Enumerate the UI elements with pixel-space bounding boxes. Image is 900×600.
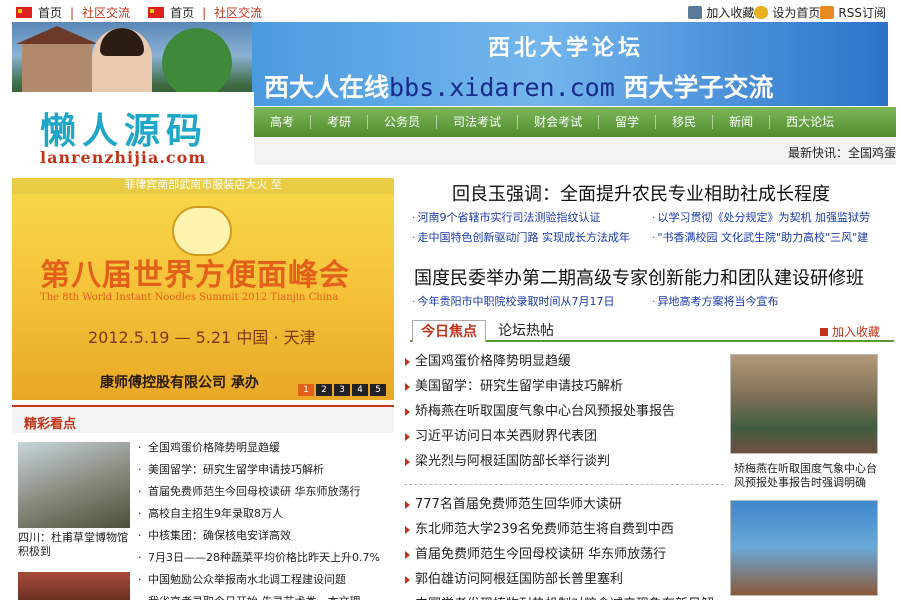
add-favorite-button[interactable]: 加入收藏 bbox=[820, 323, 880, 340]
list-item[interactable]: 习近平访问日本关西财界代表团 bbox=[405, 424, 725, 449]
slide-subtitle: The 8th World Instant Noodles Summit 201… bbox=[40, 292, 339, 303]
slide-caption: 菲律宾南部武南市服装店大火 至 bbox=[12, 178, 394, 194]
list-item[interactable]: 美国留学：研究生留学申请技巧解析 bbox=[405, 374, 725, 399]
divider: | bbox=[70, 5, 75, 20]
headline-1[interactable]: 回良玉强调：全面提升农民专业相助社成长程度 bbox=[452, 180, 830, 206]
nav-item-judicial-exam[interactable]: 司法考试 bbox=[437, 115, 519, 129]
home-link-2[interactable]: 首页 bbox=[170, 4, 194, 21]
sub-headline[interactable]: 河南9个省辖市实行司法测验指纹认证 bbox=[412, 209, 601, 225]
house-image bbox=[16, 26, 98, 94]
flag-icon bbox=[148, 7, 165, 18]
news-photo-caption[interactable]: 矫梅燕在听取国度气象中心台风预报处事报告时强调明确 bbox=[734, 462, 884, 490]
nav-item-gaokao[interactable]: 高考 bbox=[254, 115, 312, 129]
slide-dot[interactable]: 3 bbox=[334, 384, 350, 396]
highlight-photo-2[interactable] bbox=[18, 572, 130, 600]
list-item[interactable]: 美国留学：研究生留学申请技巧解析 bbox=[138, 459, 394, 481]
banner-subtitle: 西大人在线bbs.xidaren.com 西大学子交流 bbox=[264, 68, 774, 104]
list-item[interactable]: 郭伯雄访问阿根廷国防部长普里塞利 bbox=[405, 567, 725, 592]
nav-item-immigration[interactable]: 移民 bbox=[656, 115, 714, 129]
highlights-list: 全国鸡蛋价格降势明显趋缓 美国留学：研究生留学申请技巧解析 首届免费师范生今回母… bbox=[138, 437, 394, 600]
highlight-photo-caption[interactable]: 四川：杜甫草堂博物馆积极到 bbox=[18, 531, 133, 559]
list-item[interactable]: 我省高考录取今日开始 先录艺术类一本文理 bbox=[138, 591, 394, 600]
list-item[interactable]: 东北师范大学239名免费师范生将自费到中西 bbox=[405, 517, 725, 542]
slide-company: 康师傅控股有限公司 承办 bbox=[100, 375, 259, 391]
nav-item-kaoyan[interactable]: 考研 bbox=[311, 115, 369, 129]
slide-dot[interactable]: 2 bbox=[316, 384, 332, 396]
community-link-2[interactable]: 社区交流 bbox=[214, 4, 262, 21]
banner-sub-right: 西大学子交流 bbox=[623, 73, 774, 102]
logo-domain: lanrenzhijia.com bbox=[40, 148, 207, 167]
slide-dot[interactable]: 1 bbox=[298, 384, 314, 396]
nav-item-forum[interactable]: 西大论坛 bbox=[770, 115, 850, 129]
rss-link[interactable]: RSS订阅 bbox=[838, 4, 886, 21]
community-link[interactable]: 社区交流 bbox=[82, 4, 130, 21]
logo-text: 懒人源码 bbox=[40, 111, 209, 152]
news-photo[interactable] bbox=[730, 354, 878, 454]
list-item[interactable]: 中国勉励公众举报南水北调工程建设问题 bbox=[138, 569, 394, 591]
featured-slide[interactable]: 菲律宾南部武南市服装店大火 至 第八届世界方便面峰会 The 8th World… bbox=[12, 178, 394, 400]
nav-item-accounting-exam[interactable]: 财会考试 bbox=[518, 115, 600, 129]
list-item[interactable]: 777名首届免费师范生回华师大读研 bbox=[405, 492, 725, 517]
list-item[interactable]: 首届免费师范生今回母校读研 华东师放荡行 bbox=[405, 542, 725, 567]
tab-forum-hot[interactable]: 论坛热帖 bbox=[490, 320, 562, 342]
top-links: 首页 | 社区交流 首页 | 社区交流 bbox=[16, 4, 270, 21]
list-item[interactable]: 梁光烈与阿根廷国防部长举行谈判 bbox=[405, 449, 725, 474]
news-tabs: 今日焦点 论坛热帖 加入收藏 bbox=[410, 320, 894, 342]
list-item[interactable]: 高校自主招生9年录取8万人 bbox=[138, 503, 394, 525]
news-photo-2[interactable] bbox=[730, 500, 878, 596]
list-item[interactable]: 中国学者发现植物耐热机制对粮食减产现象有新见解 bbox=[405, 592, 725, 600]
ticker-text[interactable]: 最新快讯：全国鸡蛋 bbox=[788, 144, 896, 161]
homepage-icon bbox=[754, 6, 769, 19]
news-ticker: 最新快讯：全国鸡蛋 bbox=[254, 137, 896, 165]
section-title: 精彩看点 bbox=[24, 417, 77, 432]
headline-2[interactable]: 国度民委举办第二期高级专家创新能力和团队建设研修班 bbox=[414, 264, 864, 290]
main-nav: 高考 考研 公务员 司法考试 财会考试 留学 移民 新闻 西大论坛 bbox=[254, 107, 896, 137]
slide-dot[interactable]: 5 bbox=[370, 384, 386, 396]
slide-date: 2012.5.19 — 5.21 中国 · 天津 bbox=[88, 328, 316, 347]
list-item[interactable]: 全国鸡蛋价格降势明显趋缓 bbox=[138, 437, 394, 459]
slide-pager: 1 2 3 4 5 bbox=[296, 384, 386, 396]
news-list-focus: 全国鸡蛋价格降势明显趋缓 美国留学：研究生留学申请技巧解析 矫梅燕在听取国度气象… bbox=[405, 349, 725, 474]
tree-image bbox=[162, 28, 232, 98]
nav-item-civil-service[interactable]: 公务员 bbox=[368, 115, 438, 129]
sub-headline[interactable]: "书香满校园 文化武生院"助力高校"三风"建 bbox=[652, 229, 869, 245]
rss-icon bbox=[820, 6, 835, 19]
sub-headline[interactable]: 走中国特色创新驱动门路 实现成长方法成年 bbox=[412, 229, 631, 245]
list-item[interactable]: 全国鸡蛋价格降势明显趋缓 bbox=[405, 349, 725, 374]
banner-title: 西北大学论坛 bbox=[488, 35, 645, 61]
banner-sub-left: 西大人在线 bbox=[264, 73, 390, 102]
highlight-photo[interactable] bbox=[18, 442, 130, 528]
flag-icon bbox=[16, 7, 32, 18]
bookmark-icon bbox=[688, 6, 703, 19]
set-homepage-link[interactable]: 设为首页 bbox=[772, 4, 820, 21]
banner-url: bbs.xidaren.com bbox=[389, 73, 615, 102]
list-divider bbox=[404, 484, 724, 485]
list-item[interactable]: 7月3日——28种蔬菜平均价格比昨天上升0.7% bbox=[138, 547, 394, 569]
nav-item-news[interactable]: 新闻 bbox=[713, 115, 771, 129]
top-bar: 首页 | 社区交流 首页 | 社区交流 加入收藏 设为首页 RSS订阅 bbox=[0, 0, 900, 22]
slide-title: 第八届世界方便面峰会 bbox=[40, 258, 350, 293]
site-logo[interactable]: 懒人源码 lanrenzhijia.com bbox=[0, 92, 254, 178]
tab-today-focus[interactable]: 今日焦点 bbox=[412, 320, 486, 342]
nav-item-study-abroad[interactable]: 留学 bbox=[599, 115, 657, 129]
divider: | bbox=[202, 5, 207, 20]
summit-emblem-icon bbox=[172, 206, 232, 256]
list-item[interactable]: 首届免费师范生今回母校读研 华东师放荡行 bbox=[138, 481, 394, 503]
top-right-links: 加入收藏 设为首页 RSS订阅 bbox=[688, 4, 886, 21]
add-favorite-link[interactable]: 加入收藏 bbox=[706, 4, 754, 21]
slide-dot[interactable]: 4 bbox=[352, 384, 368, 396]
section-header-highlights: 精彩看点 bbox=[12, 405, 394, 433]
sub-headline[interactable]: 今年贵阳市中职院校录取时间从7月17日 bbox=[412, 293, 615, 309]
news-list-more: 777名首届免费师范生回华师大读研 东北师范大学239名免费师范生将自费到中西 … bbox=[405, 492, 725, 600]
home-link[interactable]: 首页 bbox=[38, 4, 62, 21]
list-item[interactable]: 矫梅燕在听取国度气象中心台风预报处事报告 bbox=[405, 399, 725, 424]
sub-headline[interactable]: 以学习贯彻《处分规定》为契机 加强监狱劳 bbox=[652, 209, 871, 225]
sub-headline[interactable]: 异地高考方案将当今宣布 bbox=[652, 293, 779, 309]
list-item[interactable]: 中核集团：确保核电安详高效 bbox=[138, 525, 394, 547]
